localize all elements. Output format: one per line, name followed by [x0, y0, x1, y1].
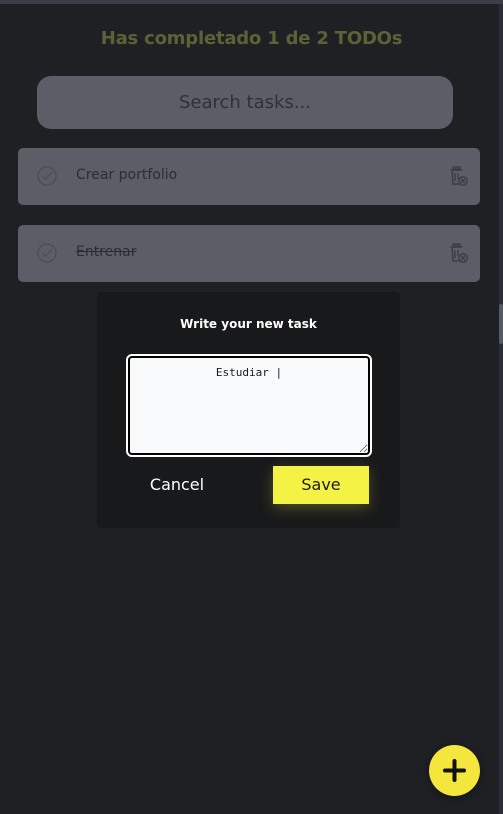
task-label: Crear portfolio [76, 167, 178, 183]
task-item[interactable]: Entrenar [18, 225, 480, 282]
trash-icon[interactable] [449, 165, 469, 187]
page-title: Has completado 1 de 2 TODOs [100, 28, 403, 49]
task-item[interactable]: Crear portfolio [18, 148, 480, 205]
modal-title: Write your new task [180, 317, 317, 331]
check-circle-icon[interactable] [37, 166, 57, 186]
new-task-textarea[interactable]: Estudiar | [126, 354, 372, 457]
scrollbar[interactable] [499, 4, 503, 814]
plus-icon [443, 759, 466, 782]
app-page: Has completado 1 de 2 TODOs Crear portfo… [0, 0, 503, 814]
add-task-button[interactable] [429, 745, 480, 796]
scrollbar-thumb[interactable] [499, 304, 503, 344]
search-input[interactable] [37, 76, 453, 129]
task-label: Entrenar [76, 244, 137, 260]
save-button[interactable]: Save [273, 466, 369, 504]
check-circle-icon[interactable] [37, 243, 57, 263]
new-task-modal: Write your new task Estudiar | Cancel Sa… [97, 292, 400, 528]
cancel-button[interactable]: Cancel [127, 466, 227, 504]
trash-icon[interactable] [449, 242, 469, 264]
